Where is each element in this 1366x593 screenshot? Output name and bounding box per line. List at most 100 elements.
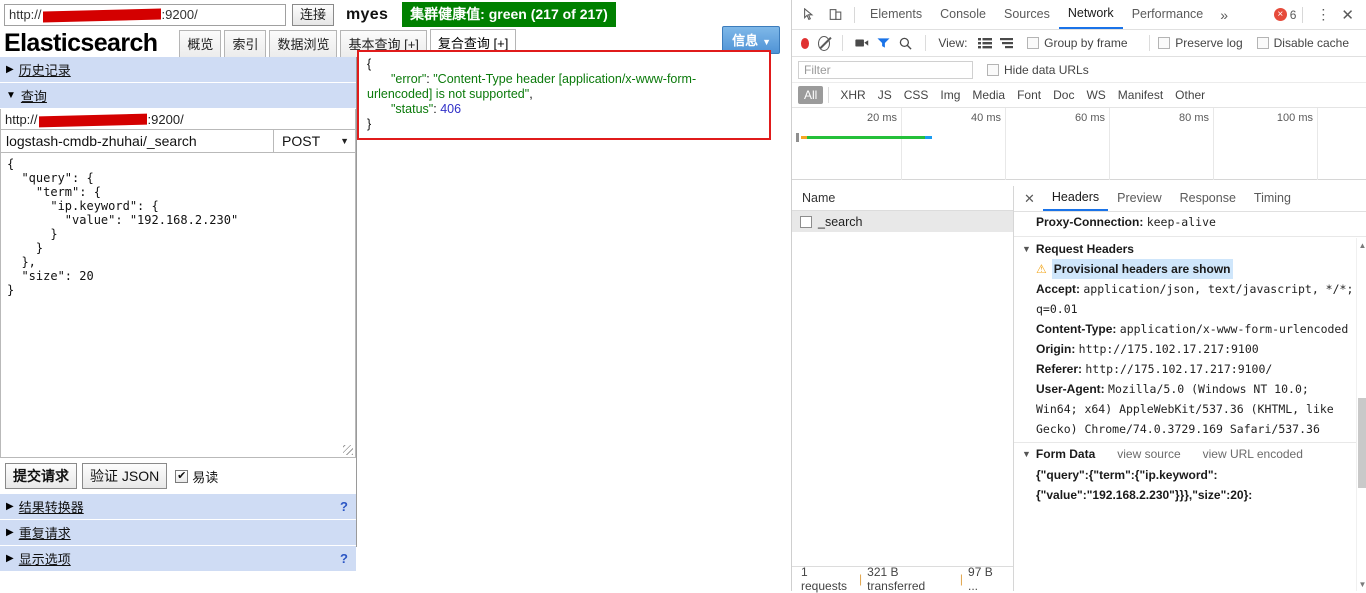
tab-elements[interactable]: Elements — [861, 1, 931, 28]
headers-content: Proxy-Connection: keep-alive ▼ Request H… — [1014, 212, 1366, 591]
capture-screenshots-icon[interactable] — [852, 31, 872, 55]
inspect-element-icon[interactable] — [796, 3, 822, 27]
checkbox-checked-icon: ✔ — [175, 469, 189, 483]
filter-type-font[interactable]: Font — [1011, 86, 1047, 104]
section-history[interactable]: ▶ 历史记录 — [0, 57, 356, 83]
query-body-textarea[interactable]: { "query": { "term": { "ip.keyword": { "… — [0, 153, 356, 458]
filter-type-css[interactable]: CSS — [898, 86, 935, 104]
triangle-down-icon: ▼ — [1022, 449, 1031, 459]
resize-grip[interactable] — [343, 445, 353, 455]
json-open-brace: { — [367, 57, 372, 71]
submit-request-button[interactable]: 提交请求 — [5, 463, 77, 489]
http-method-value: POST — [282, 133, 321, 149]
form-data-section[interactable]: ▼ Form Data view source view URL encoded — [1014, 442, 1366, 465]
url-prefix-text: http:// — [9, 7, 42, 22]
document-icon — [800, 215, 812, 228]
table-row[interactable]: _search — [792, 211, 1013, 232]
filter-type-other[interactable]: Other — [1169, 86, 1211, 104]
device-toolbar-icon[interactable] — [822, 3, 848, 27]
scrollbar-thumb[interactable] — [1358, 398, 1366, 488]
hide-data-urls-label: Hide data URLs — [1004, 62, 1089, 77]
record-icon[interactable] — [801, 37, 810, 49]
detail-tab-headers[interactable]: Headers — [1042, 186, 1109, 211]
tab-performance[interactable]: Performance — [1123, 1, 1213, 28]
toolbar-divider — [1148, 35, 1150, 51]
scroll-up-icon[interactable]: ▲ — [1358, 240, 1366, 250]
view-url-encoded-link[interactable]: view URL encoded — [1203, 447, 1303, 461]
network-overview-timeline[interactable]: 20 ms 40 ms 60 ms 80 ms 100 ms — [792, 108, 1366, 180]
cluster-url-input[interactable]: http://:9200/ — [4, 3, 286, 26]
close-devtools-icon[interactable]: ✕ — [1337, 6, 1362, 24]
view-source-link[interactable]: view source — [1117, 447, 1180, 461]
form-data-title: Form Data — [1035, 447, 1096, 461]
list-view-icon[interactable] — [975, 31, 995, 55]
clear-icon[interactable] — [818, 35, 831, 51]
query-url-input[interactable]: http://:9200/ — [0, 109, 356, 130]
http-method-select[interactable]: POST ▼ — [273, 130, 356, 153]
section-display-options[interactable]: ▶ 显示选项 ? — [0, 546, 356, 572]
filter-type-js[interactable]: JS — [872, 86, 898, 104]
disable-cache-label: Disable cache — [1273, 36, 1350, 50]
error-counter[interactable]: × 6 — [1273, 8, 1296, 22]
section-repeat-request[interactable]: ▶ 重复请求 — [0, 520, 356, 546]
chevron-down-icon: ▼ — [762, 37, 771, 47]
detail-tab-preview[interactable]: Preview — [1108, 187, 1170, 210]
help-icon[interactable]: ? — [340, 551, 348, 566]
filter-type-manifest[interactable]: Manifest — [1112, 86, 1169, 104]
filter-icon[interactable] — [874, 31, 894, 55]
query-panel: ▶ 历史记录 ▼ 查询 http://:9200/ logstash-cmdb-… — [0, 57, 357, 572]
hide-data-urls-checkbox[interactable]: Hide data URLs — [987, 63, 1089, 77]
detail-tab-timing[interactable]: Timing — [1245, 187, 1300, 210]
query-path-input[interactable]: logstash-cmdb-zhuhai/_search — [0, 130, 273, 153]
tab-console[interactable]: Console — [931, 1, 995, 28]
filter-type-media[interactable]: Media — [966, 86, 1011, 104]
filter-type-ws[interactable]: WS — [1080, 86, 1111, 104]
section-result-transformer[interactable]: ▶ 结果转换器 ? — [0, 494, 356, 520]
filter-type-doc[interactable]: Doc — [1047, 86, 1080, 104]
query-result-box: { "error": "Content-Type header [applica… — [357, 50, 771, 140]
help-icon[interactable]: ? — [340, 499, 348, 514]
timeline-tick-label: 40 ms — [971, 112, 1001, 124]
tab-network[interactable]: Network — [1058, 0, 1123, 29]
pretty-print-checkbox[interactable]: ✔ 易读 — [175, 467, 218, 486]
filter-type-all[interactable]: All — [798, 86, 824, 104]
detail-tabbar: ✕ Headers Preview Response Timing — [1014, 186, 1366, 212]
request-detail-panel: ✕ Headers Preview Response Timing Proxy-… — [1014, 186, 1366, 591]
group-by-frame-checkbox[interactable]: Group by frame — [1027, 36, 1128, 50]
timeline-bar-finish — [925, 136, 932, 139]
query-url-prefix: http:// — [5, 111, 38, 127]
timeline-bar-download — [807, 136, 925, 139]
more-options-icon[interactable]: ⋮ — [1309, 6, 1337, 23]
detail-tab-response[interactable]: Response — [1171, 187, 1245, 210]
provisional-headers-warning: ⚠ Provisional headers are shown — [1014, 259, 1366, 279]
section-query-label: 查询 — [20, 89, 47, 104]
timeline-tick-label: 100 ms — [1276, 112, 1313, 124]
preserve-log-label: Preserve log — [1175, 36, 1243, 50]
search-icon[interactable] — [896, 31, 916, 55]
filter-type-img[interactable]: Img — [934, 86, 966, 104]
requests-count-label: 1 requests — [801, 565, 848, 593]
request-headers-section[interactable]: ▼ Request Headers — [1014, 239, 1366, 259]
close-detail-icon[interactable]: ✕ — [1016, 191, 1043, 207]
triangle-right-icon: ▶ — [6, 64, 14, 75]
tab-overview[interactable]: 概览 — [179, 30, 222, 57]
json-status-key: "status" — [391, 102, 434, 116]
filter-input[interactable]: Filter — [798, 60, 973, 79]
connect-button[interactable]: 连接 — [292, 3, 335, 26]
disable-cache-checkbox[interactable]: Disable cache — [1256, 36, 1350, 50]
tab-indices[interactable]: 索引 — [224, 30, 267, 57]
divider — [1014, 236, 1366, 237]
detail-scrollbar[interactable]: ▲ ▼ — [1356, 238, 1366, 591]
tab-data-browse[interactable]: 数据浏览 — [269, 30, 338, 57]
more-tabs-icon[interactable]: » — [1212, 7, 1236, 23]
connection-bar: http://:9200/ 连接 myes 集群健康值: green (217 … — [0, 0, 790, 28]
preserve-log-checkbox[interactable]: Preserve log — [1158, 36, 1243, 50]
waterfall-view-icon[interactable] — [997, 31, 1017, 55]
section-query[interactable]: ▼ 查询 — [0, 83, 356, 109]
triangle-right-icon: ▶ — [6, 553, 14, 564]
tab-sources[interactable]: Sources — [995, 1, 1059, 28]
scroll-down-icon[interactable]: ▼ — [1358, 579, 1366, 589]
filter-type-xhr[interactable]: XHR — [834, 86, 871, 104]
validate-json-button[interactable]: 验证 JSON — [82, 463, 168, 489]
triangle-right-icon: ▶ — [6, 501, 14, 512]
